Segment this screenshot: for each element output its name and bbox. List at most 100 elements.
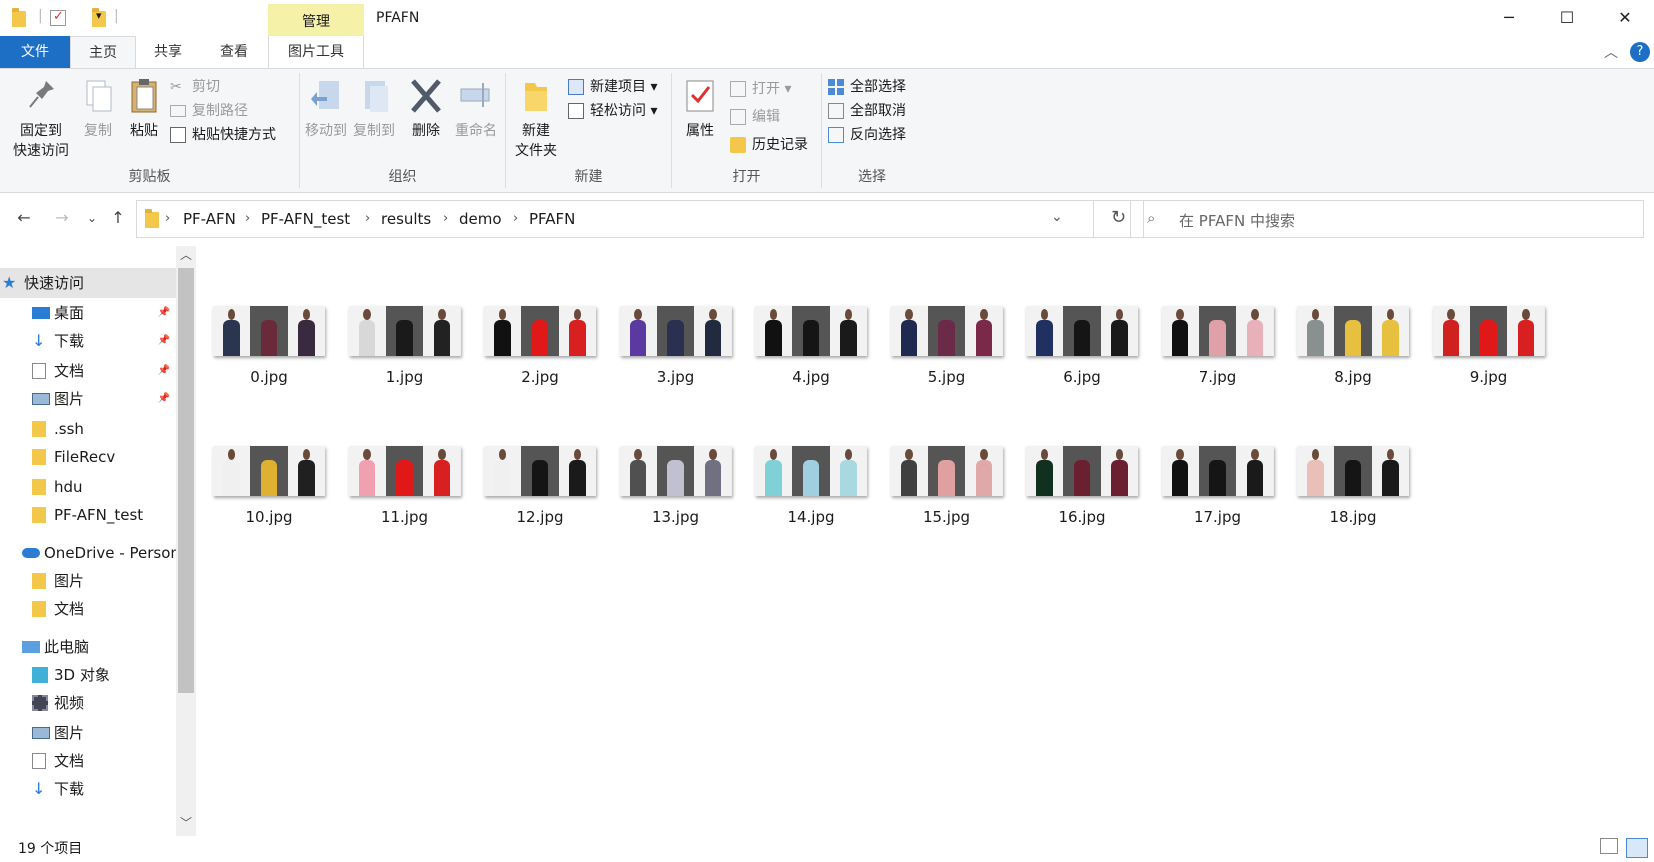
breadcrumb-separator[interactable]: ›: [365, 201, 370, 237]
forward-arrow-icon[interactable]: →: [50, 206, 74, 230]
file-item[interactable]: 13.jpg: [610, 446, 742, 526]
recent-locations-chevron-icon[interactable]: ⌄: [80, 206, 104, 230]
pin-icon[interactable]: 📌: [158, 356, 170, 386]
file-item[interactable]: 1.jpg: [339, 306, 471, 386]
file-item[interactable]: 14.jpg: [745, 446, 877, 526]
head-shape: [1251, 309, 1259, 320]
address-dropdown-chevron-icon[interactable]: ⌄: [1051, 209, 1063, 225]
file-item[interactable]: 17.jpg: [1152, 446, 1284, 526]
breadcrumb-separator[interactable]: ›: [245, 201, 250, 237]
edit-button[interactable]: 编辑: [730, 105, 780, 129]
cut-button[interactable]: ✂ 剪切: [170, 75, 220, 99]
close-button[interactable]: ✕: [1596, 0, 1654, 36]
refresh-icon[interactable]: ↻: [1111, 207, 1126, 228]
sidebar-item-16[interactable]: 文档: [0, 746, 176, 776]
file-item[interactable]: 9.jpg: [1423, 306, 1555, 386]
breadcrumb-pf-afn[interactable]: PF-AFN: [183, 201, 236, 237]
up-arrow-icon[interactable]: ↑: [106, 206, 130, 230]
sidebar-item-4[interactable]: 图片 📌: [0, 384, 176, 414]
pin-icon[interactable]: 📌: [158, 384, 170, 414]
sidebar-item-1[interactable]: 桌面 📌: [0, 298, 176, 328]
paste-shortcut-button[interactable]: 粘贴快捷方式: [170, 123, 276, 147]
tab-picture-tools[interactable]: 图片工具: [268, 36, 364, 69]
copy-path-button[interactable]: 复制路径: [170, 99, 248, 123]
select-none-button[interactable]: 全部取消: [828, 99, 906, 123]
chevron-down-icon[interactable]: ▾: [96, 9, 102, 22]
scrollbar-thumb[interactable]: [178, 268, 194, 693]
file-item[interactable]: 10.jpg: [203, 446, 335, 526]
breadcrumb-pfafn[interactable]: PFAFN: [529, 201, 575, 237]
rename-button[interactable]: 重命名: [450, 73, 502, 141]
scroll-down-icon[interactable]: ﹀: [180, 814, 192, 831]
maximize-button[interactable]: ☐: [1538, 0, 1596, 36]
sidebar-scrollbar[interactable]: ︿ ﹀: [176, 246, 196, 836]
pin-quick-access-button[interactable]: 固定到 快速访问: [6, 73, 76, 161]
tab-file[interactable]: 文件: [0, 36, 70, 69]
file-item[interactable]: 3.jpg: [610, 306, 742, 386]
delete-button[interactable]: 删除: [404, 73, 448, 141]
breadcrumb-separator[interactable]: ›: [165, 201, 170, 237]
tab-manage[interactable]: 管理: [268, 4, 364, 36]
back-arrow-icon[interactable]: ←: [12, 206, 36, 230]
invert-selection-button[interactable]: 反向选择: [828, 123, 906, 147]
select-all-button[interactable]: 全部选择: [828, 75, 906, 99]
breadcrumb-demo[interactable]: demo: [459, 201, 502, 237]
file-item[interactable]: 2.jpg: [474, 306, 606, 386]
search-box[interactable]: ⌕ 在 PFAFN 中搜索: [1130, 200, 1644, 238]
sidebar-item-0[interactable]: ★ 快速访问: [0, 268, 176, 298]
file-item[interactable]: 4.jpg: [745, 306, 877, 386]
sidebar-item-11[interactable]: 文档: [0, 594, 176, 624]
sidebar-item-14[interactable]: 视频: [0, 688, 176, 718]
sidebar-item-2[interactable]: ↓ 下载 📌: [0, 326, 176, 356]
help-icon[interactable]: ?: [1630, 42, 1650, 62]
file-item[interactable]: 0.jpg: [203, 306, 335, 386]
paste-button[interactable]: 粘贴: [122, 73, 166, 141]
address-bar[interactable]: › PF-AFN › PF-AFN_test › results › demo …: [136, 200, 1144, 238]
tab-home[interactable]: 主页: [70, 36, 136, 69]
minimize-button[interactable]: ─: [1480, 0, 1538, 36]
copy-button[interactable]: 复制: [76, 73, 120, 141]
move-to-button[interactable]: 移动到: [302, 73, 350, 141]
sidebar-item-12[interactable]: 此电脑: [0, 632, 176, 662]
breadcrumb-separator[interactable]: ›: [513, 201, 518, 237]
sidebar-item-3[interactable]: 文档 📌: [0, 356, 176, 386]
new-item-button[interactable]: 新建项目 ▾: [568, 75, 657, 99]
file-item[interactable]: 7.jpg: [1152, 306, 1284, 386]
thumbnail-panel: [1063, 306, 1101, 356]
large-icons-view-icon[interactable]: [1626, 838, 1648, 858]
sidebar-item-10[interactable]: 图片: [0, 566, 176, 596]
breadcrumb-pf-afn-test[interactable]: PF-AFN_test: [261, 201, 350, 237]
file-item[interactable]: 16.jpg: [1016, 446, 1148, 526]
sidebar-item-13[interactable]: 3D 对象: [0, 660, 176, 690]
sidebar-item-17[interactable]: ↓ 下载: [0, 774, 176, 804]
file-item[interactable]: 6.jpg: [1016, 306, 1148, 386]
new-folder-button[interactable]: 新建 文件夹: [510, 73, 562, 161]
breadcrumb-results[interactable]: results: [381, 201, 431, 237]
file-item[interactable]: 11.jpg: [339, 446, 471, 526]
file-item[interactable]: 18.jpg: [1287, 446, 1419, 526]
file-item[interactable]: 5.jpg: [881, 306, 1013, 386]
sidebar-item-5[interactable]: .ssh: [0, 414, 176, 444]
tab-share[interactable]: 共享: [140, 36, 196, 69]
history-button[interactable]: 历史记录: [730, 133, 808, 157]
easy-access-button[interactable]: 轻松访问 ▾: [568, 99, 657, 123]
pin-icon[interactable]: 📌: [158, 298, 170, 328]
file-item[interactable]: 12.jpg: [474, 446, 606, 526]
file-item[interactable]: 15.jpg: [881, 446, 1013, 526]
open-button[interactable]: 打开 ▾: [730, 77, 791, 101]
tab-view[interactable]: 查看: [206, 36, 262, 69]
sidebar-item-9[interactable]: OneDrive - Personal: [0, 538, 176, 568]
sidebar-item-8[interactable]: PF-AFN_test: [0, 500, 176, 530]
details-view-icon[interactable]: [1600, 838, 1618, 854]
pin-icon[interactable]: 📌: [158, 326, 170, 356]
copy-to-button[interactable]: 复制到: [350, 73, 398, 141]
properties-quick-icon[interactable]: ✓: [50, 9, 66, 26]
properties-button[interactable]: 属性: [678, 73, 722, 141]
file-item[interactable]: 8.jpg: [1287, 306, 1419, 386]
sidebar-item-15[interactable]: 图片: [0, 718, 176, 748]
scroll-up-icon[interactable]: ︿: [180, 246, 192, 263]
sidebar-item-7[interactable]: hdu: [0, 472, 176, 502]
collapse-ribbon-icon[interactable]: ︿: [1604, 42, 1618, 62]
breadcrumb-separator[interactable]: ›: [443, 201, 448, 237]
sidebar-item-6[interactable]: FileRecv: [0, 442, 176, 472]
